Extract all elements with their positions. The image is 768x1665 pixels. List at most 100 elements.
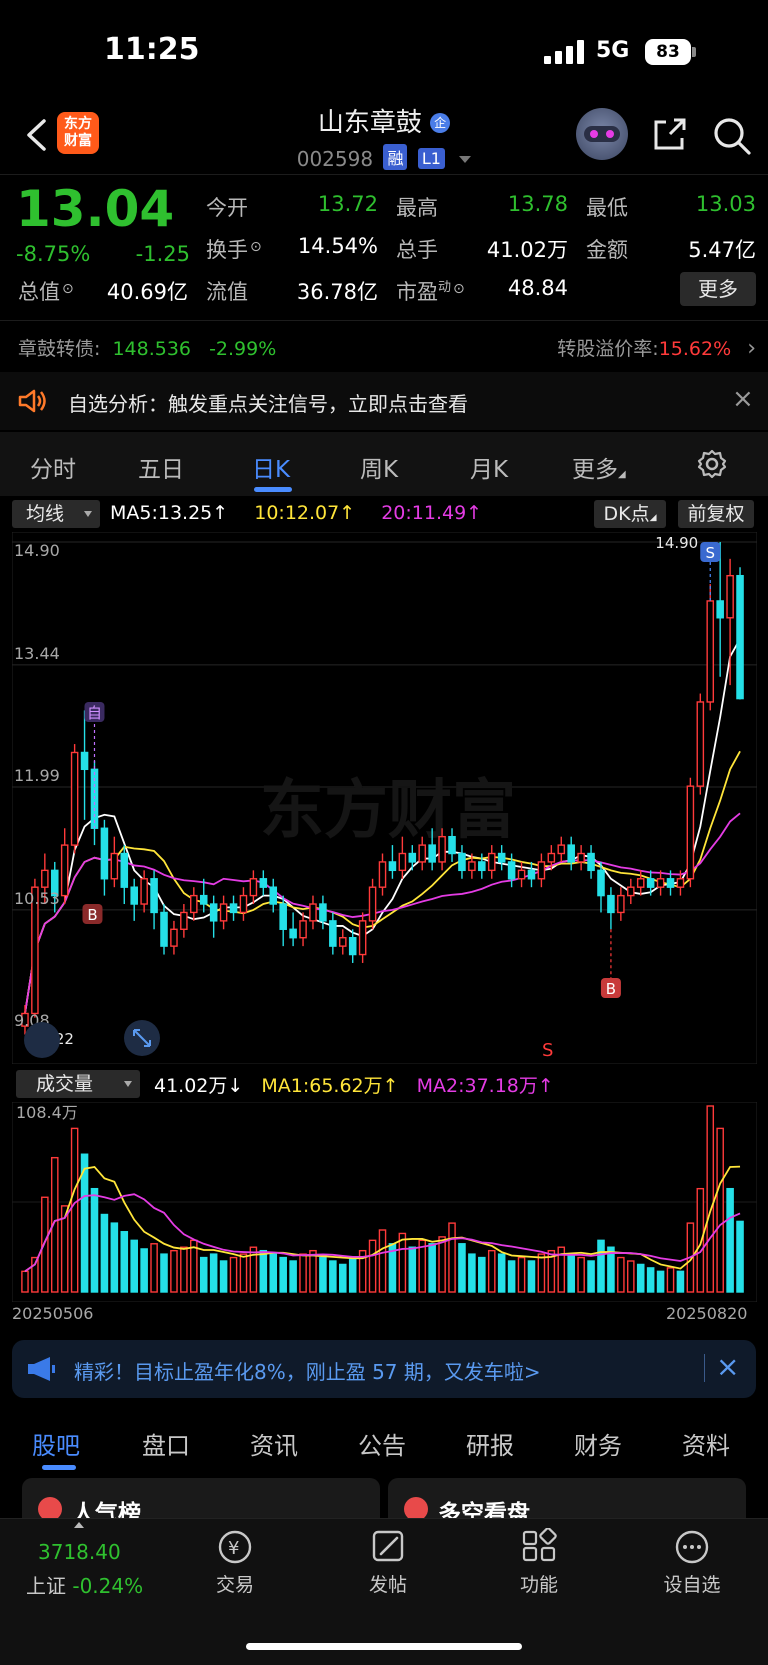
close-icon[interactable]: × bbox=[732, 384, 754, 414]
candle-body bbox=[239, 894, 248, 914]
nav-add-watchlist[interactable]: 设自选 bbox=[647, 1570, 737, 1597]
convertible-bond-row[interactable]: 章鼓转债: 148.536 -2.99% bbox=[18, 334, 276, 361]
volume-bar bbox=[468, 1253, 476, 1293]
volume-bar bbox=[517, 1256, 526, 1293]
volume-bar bbox=[70, 1127, 79, 1293]
candle-body bbox=[180, 911, 188, 930]
float-value: 36.78亿 bbox=[296, 280, 378, 304]
tab-five-day[interactable]: 五日 bbox=[138, 450, 184, 484]
tab-profile[interactable]: 资料 bbox=[682, 1426, 730, 1461]
candle-body bbox=[458, 852, 466, 872]
tab-announcements[interactable]: 公告 bbox=[358, 1426, 406, 1461]
more-button[interactable]: 更多 bbox=[680, 272, 756, 306]
float-label: 流值 bbox=[206, 280, 248, 304]
volume-bar bbox=[597, 1239, 605, 1293]
volume-bar bbox=[160, 1253, 168, 1293]
candle-body bbox=[120, 852, 129, 888]
pe-label: 市盈动 ⊙ bbox=[396, 276, 465, 306]
volume-bar bbox=[706, 1105, 715, 1293]
add-watchlist-icon[interactable] bbox=[647, 1528, 737, 1566]
index-row[interactable]: 上证 -0.24% bbox=[26, 1570, 143, 1599]
mark-sell-2: S bbox=[542, 1040, 553, 1061]
volume-select[interactable]: 成交量 bbox=[16, 1070, 140, 1098]
index-value[interactable]: 3718.40 bbox=[38, 1540, 121, 1564]
tab-intraday[interactable]: 分时 bbox=[30, 450, 76, 484]
candle-body bbox=[279, 903, 287, 930]
volume-bar bbox=[100, 1213, 109, 1293]
volume-bar bbox=[289, 1260, 297, 1293]
nav-functions[interactable]: 功能 bbox=[494, 1570, 584, 1597]
bond-change: -2.99% bbox=[209, 338, 277, 360]
turnover-label: 换手 ⊙ bbox=[206, 234, 262, 264]
high-mark-label: 14.90 bbox=[655, 534, 698, 552]
tab-orderbook[interactable]: 盘口 bbox=[142, 1426, 190, 1461]
adjust-button[interactable]: 前复权 bbox=[678, 500, 754, 528]
candle-body bbox=[736, 574, 744, 700]
volume-bar bbox=[497, 1253, 506, 1293]
candle-body bbox=[140, 878, 148, 905]
premium-row[interactable]: 转股溢价率:15.62% › bbox=[557, 334, 756, 361]
trade-icon[interactable]: ¥ bbox=[190, 1528, 280, 1566]
candle-body bbox=[160, 911, 168, 947]
candle-body bbox=[329, 920, 337, 947]
tab-research[interactable]: 研报 bbox=[466, 1426, 514, 1461]
candlestick-chart[interactable]: 东方财富 14.9013.4411.9910.539.08自BBSS14.90←… bbox=[12, 532, 757, 1064]
amount-label: 金额 bbox=[586, 238, 628, 262]
tab-more-label: 更多 bbox=[572, 457, 618, 483]
volume-bar bbox=[150, 1243, 158, 1293]
candle-body bbox=[259, 878, 268, 888]
low-value: 13.03 bbox=[695, 192, 756, 216]
ad-text: 精彩！目标止盈年化8%，刚止盈 57 期，又发车啦> bbox=[74, 1360, 541, 1384]
tab-more[interactable]: 更多◢ bbox=[572, 450, 626, 484]
bond-price: 148.536 bbox=[112, 338, 192, 360]
tab-weekly-k[interactable]: 周K bbox=[360, 450, 398, 484]
tab-news[interactable]: 资讯 bbox=[250, 1426, 298, 1461]
pe-sup: 动 bbox=[438, 280, 452, 295]
volume-bar bbox=[41, 1196, 49, 1293]
stock-code: 002598 bbox=[296, 147, 374, 171]
volume-bar bbox=[527, 1260, 536, 1293]
candle-body bbox=[229, 903, 238, 914]
battery-icon: 83 bbox=[645, 39, 691, 65]
volume-chart[interactable]: 108.4万 20250506 bbox=[12, 1102, 757, 1302]
robot-avatar-icon[interactable] bbox=[576, 108, 628, 160]
volume-bar bbox=[338, 1263, 347, 1293]
tab-finance[interactable]: 财务 bbox=[574, 1426, 622, 1461]
bond-label: 章鼓转债: bbox=[18, 338, 101, 360]
turnover-value: 14.54% bbox=[297, 234, 378, 258]
gear-icon[interactable] bbox=[696, 448, 728, 480]
divider bbox=[0, 174, 768, 175]
candle-body bbox=[418, 844, 427, 863]
share-icon[interactable] bbox=[652, 116, 688, 152]
candle-body bbox=[348, 937, 357, 956]
nav-post[interactable]: 发帖 bbox=[343, 1570, 433, 1597]
volume-bar bbox=[577, 1256, 585, 1293]
candle-body bbox=[527, 869, 536, 880]
candle-body bbox=[408, 852, 417, 863]
volume-bar bbox=[656, 1270, 665, 1293]
search-icon[interactable] bbox=[712, 116, 752, 156]
ad-close-icon[interactable]: × bbox=[716, 1350, 739, 1383]
candle-body bbox=[497, 852, 506, 863]
candle-body bbox=[110, 852, 119, 880]
candle-body bbox=[70, 751, 79, 846]
high-value: 13.78 bbox=[507, 192, 568, 216]
tab-forum[interactable]: 股吧 bbox=[32, 1426, 80, 1461]
volume-bar bbox=[617, 1256, 625, 1293]
candle-body bbox=[478, 861, 486, 872]
volume-ma2: MA2:37.18万↑ bbox=[416, 1075, 554, 1097]
dk-button[interactable]: DK点◢ bbox=[594, 500, 666, 528]
premium-label: 转股溢价率: bbox=[557, 338, 659, 360]
tab-monthly-k[interactable]: 月K bbox=[470, 450, 508, 484]
volume-bar bbox=[458, 1243, 466, 1293]
ma-select[interactable]: 均线 bbox=[12, 500, 100, 528]
nav-trade[interactable]: 交易 bbox=[190, 1570, 280, 1597]
volume-bar bbox=[130, 1239, 138, 1293]
ma-values: MA5:13.25↑ 10:12.07↑ 20:11.49↑ bbox=[110, 502, 482, 524]
functions-icon[interactable] bbox=[494, 1528, 584, 1566]
volume-bar bbox=[726, 1187, 734, 1293]
y-tick-label: 10.53 bbox=[14, 889, 60, 908]
post-icon[interactable] bbox=[343, 1528, 433, 1566]
active-tab-indicator bbox=[254, 487, 292, 492]
tab-daily-k[interactable]: 日K bbox=[252, 450, 290, 484]
